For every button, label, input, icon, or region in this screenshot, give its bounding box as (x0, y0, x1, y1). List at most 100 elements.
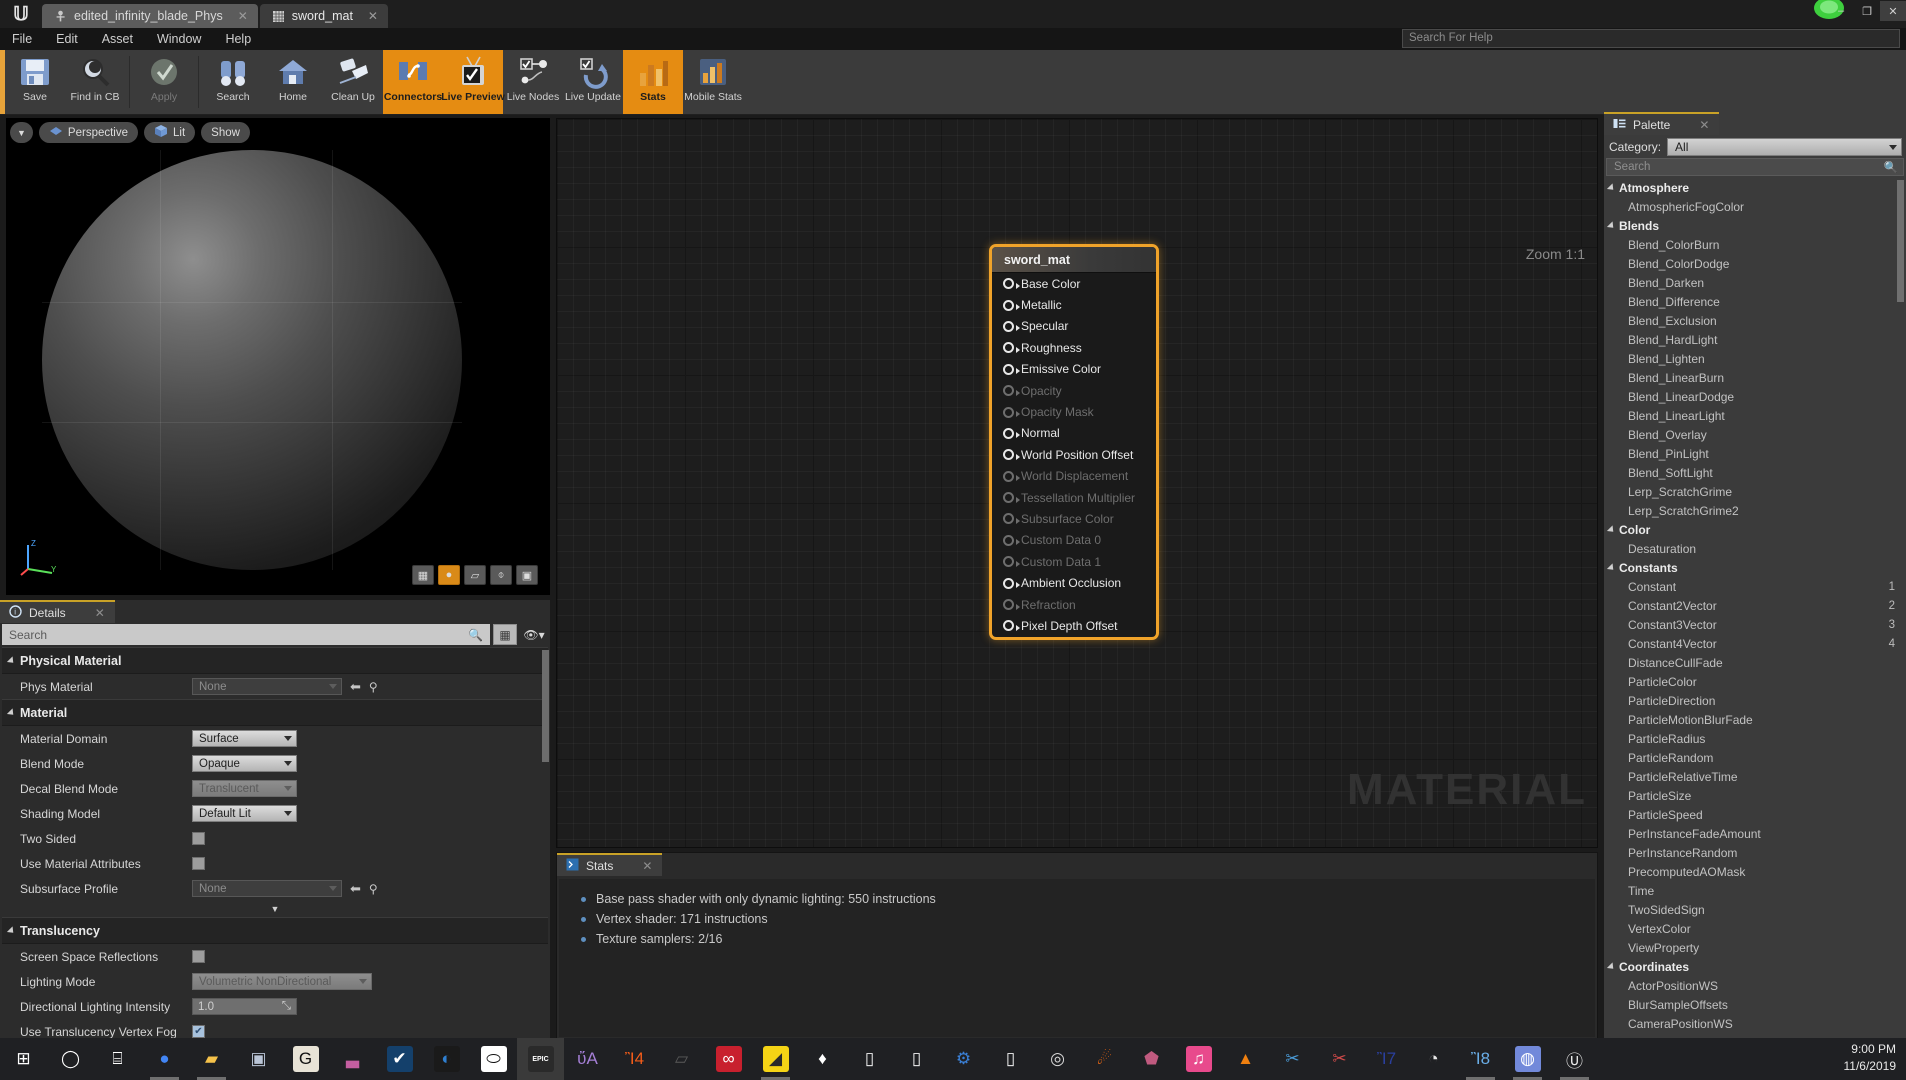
asset-picker-phys-material[interactable]: None (192, 678, 342, 695)
palette-item[interactable]: ParticleSpeed (1606, 805, 1904, 824)
palette-item[interactable]: CameraPositionWS (1606, 1014, 1904, 1033)
checkbox-screen-space-reflections[interactable] (192, 950, 205, 963)
viewport-options-dropdown[interactable]: ▼ (10, 122, 33, 143)
palette-group-header[interactable]: Color (1606, 520, 1904, 539)
palette-item[interactable]: Lerp_ScratchGrime (1606, 482, 1904, 501)
material-output-node[interactable]: sword_mat Base Color Metallic Specular Roug… (989, 244, 1159, 640)
pin-connector-icon[interactable] (1003, 278, 1020, 290)
palette-item[interactable]: TwoSidedSign (1606, 900, 1904, 919)
taskbar-dark-app-icon[interactable]: ▱ (658, 1038, 705, 1080)
palette-search-input[interactable]: Search 🔍 (1606, 158, 1904, 176)
palette-item[interactable]: AtmosphericFogColor (1606, 197, 1904, 216)
details-expand-section-button[interactable]: ▼ (2, 901, 548, 917)
dropdown-material-domain[interactable]: Surface (192, 730, 297, 747)
taskbar-sonic-icon[interactable]: ◐ (423, 1038, 470, 1080)
document-tab-1[interactable]: sword_mat ✕ (259, 4, 388, 28)
taskbar-discord-icon[interactable]: ◍ (1504, 1038, 1551, 1080)
browse-asset-icon[interactable]: ⚲ (369, 680, 378, 694)
close-button[interactable]: ✕ (1880, 1, 1906, 21)
palette-item[interactable]: Blend_Darken (1606, 273, 1904, 292)
dropdown-blend-mode[interactable]: Opaque (192, 755, 297, 772)
sphere-icon[interactable]: ● (438, 565, 460, 585)
palette-item[interactable]: Constant4Vector 4 (1606, 634, 1904, 653)
cube-icon[interactable]: ▣ (516, 565, 538, 585)
taskbar-itunes-icon[interactable]: ♫ (1175, 1038, 1222, 1080)
taskbar-snipping-tool-icon[interactable]: ✂ (1269, 1038, 1316, 1080)
close-icon[interactable]: ✕ (238, 9, 248, 23)
palette-item[interactable]: Blend_HardLight (1606, 330, 1904, 349)
document-tab-0[interactable]: edited_infinity_blade_Phys ✕ (42, 4, 258, 28)
menu-edit[interactable]: Edit (44, 28, 90, 50)
search-icon[interactable]: 🔍 (1884, 160, 1898, 174)
search-icon[interactable]: 🔍 (468, 628, 483, 642)
taskbar-paint-icon[interactable]: Ἲ8 (1457, 1038, 1504, 1080)
drag-handle-icon[interactable]: ⤡ (282, 1000, 291, 1013)
close-icon[interactable]: ✕ (1699, 118, 1709, 132)
system-clock[interactable]: 9:00 PM 11/6/2019 (1844, 1041, 1897, 1075)
pin-connector-icon[interactable] (1003, 342, 1020, 354)
close-icon[interactable]: ✕ (642, 859, 652, 873)
minimize-button[interactable]: – (1828, 1, 1854, 21)
taskbar-speaker-icon[interactable]: ◔ (1410, 1038, 1457, 1080)
taskbar-sticky-note-icon[interactable]: ◢ (752, 1038, 799, 1080)
taskbar-document-icon-2[interactable]: ▯ (893, 1038, 940, 1080)
palette-item[interactable]: Blend_LinearLight (1606, 406, 1904, 425)
taskbar-epic-games-icon[interactable]: EPIC (517, 1038, 564, 1080)
node-pin-pixel-depth-offset[interactable]: Pixel Depth Offset (992, 615, 1156, 636)
palette-item[interactable]: ParticleRadius (1606, 729, 1904, 748)
palette-item[interactable]: Blend_PinLight (1606, 444, 1904, 463)
taskbar-file-explorer-icon[interactable]: ▰ (188, 1038, 235, 1080)
palette-item[interactable]: Blend_ColorDodge (1606, 254, 1904, 273)
taskbar-bat-app-icon[interactable]: ὔA (564, 1038, 611, 1080)
toolbar-button-stats[interactable]: Stats (623, 50, 683, 114)
details-section-header[interactable]: Translucency (2, 917, 548, 944)
palette-item[interactable]: Desaturation (1606, 539, 1904, 558)
details-scrollbar[interactable] (542, 650, 549, 762)
taskbar-document-icon-1[interactable]: ▯ (846, 1038, 893, 1080)
palette-scrollbar[interactable] (1897, 180, 1904, 302)
palette-item[interactable]: Constant 1 (1606, 577, 1904, 596)
taskbar-audacity-mic-icon[interactable]: Ἲ4 (611, 1038, 658, 1080)
taskbar-notepad-app-icon[interactable]: ▃ (329, 1038, 376, 1080)
node-pin-roughness[interactable]: Roughness (992, 337, 1156, 358)
palette-item[interactable]: ParticleDirection (1606, 691, 1904, 710)
toolbar-button-find-in-cb[interactable]: Find in CB (65, 50, 125, 114)
taskbar-cortana-search-icon[interactable]: ◯ (47, 1038, 94, 1080)
palette-item[interactable]: Time (1606, 881, 1904, 900)
toolbar-button-home[interactable]: Home (263, 50, 323, 114)
toolbar-button-save[interactable]: Save (5, 50, 65, 114)
details-section-header[interactable]: Physical Material (2, 647, 548, 674)
taskbar-steam-icon[interactable]: ✔ (376, 1038, 423, 1080)
taskbar-media-player-icon[interactable]: ▣ (235, 1038, 282, 1080)
taskbar-gog-galaxy-icon[interactable]: G (282, 1038, 329, 1080)
palette-panel-tab[interactable]: Palette ✕ (1604, 112, 1720, 135)
taskbar-chrome-icon[interactable]: ● (141, 1038, 188, 1080)
pin-connector-icon[interactable] (1003, 620, 1020, 632)
details-visibility-menu[interactable]: 👁▾ (520, 624, 548, 645)
details-section-header[interactable]: Material (2, 699, 548, 726)
taskbar-obs-studio-icon[interactable]: ◎ (1034, 1038, 1081, 1080)
material-preview-viewport[interactable]: ▼ Perspective Lit Show Z Y ▦ ● ▱ ⌽ ▣ (6, 118, 550, 595)
palette-item[interactable]: PerInstanceFadeAmount (1606, 824, 1904, 843)
taskbar-gamemaker-icon[interactable]: ♦ (799, 1038, 846, 1080)
checkbox-use-material-attributes[interactable] (192, 857, 205, 870)
palette-item[interactable]: DistanceCullFade (1606, 653, 1904, 672)
taskbar-unreal-engine-icon[interactable]: Ⓤ (1551, 1038, 1598, 1080)
toolbar-button-live-preview[interactable]: Live Preview (441, 50, 505, 114)
palette-item[interactable]: BlurSampleOffsets (1606, 995, 1904, 1014)
palette-item[interactable]: ParticleRandom (1606, 748, 1904, 767)
menu-file[interactable]: File (0, 28, 44, 50)
viewport-camera-mode[interactable]: Perspective (38, 122, 139, 143)
toolbar-button-connectors[interactable]: Connectors (383, 50, 443, 114)
search-for-help-input[interactable]: Search For Help (1402, 29, 1900, 48)
menu-help[interactable]: Help (213, 28, 263, 50)
stats-panel-tab[interactable]: Stats ✕ (557, 853, 663, 876)
viewport-view-mode[interactable]: Lit (144, 122, 196, 143)
browse-asset-icon[interactable]: ⚲ (369, 882, 378, 896)
palette-item[interactable]: ParticleColor (1606, 672, 1904, 691)
palette-item[interactable]: Blend_LinearBurn (1606, 368, 1904, 387)
close-icon[interactable]: ✕ (95, 606, 105, 620)
node-pin-world-position-offset[interactable]: World Position Offset (992, 444, 1156, 465)
close-icon[interactable]: ✕ (368, 9, 378, 23)
palette-item[interactable]: Blend_Difference (1606, 292, 1904, 311)
